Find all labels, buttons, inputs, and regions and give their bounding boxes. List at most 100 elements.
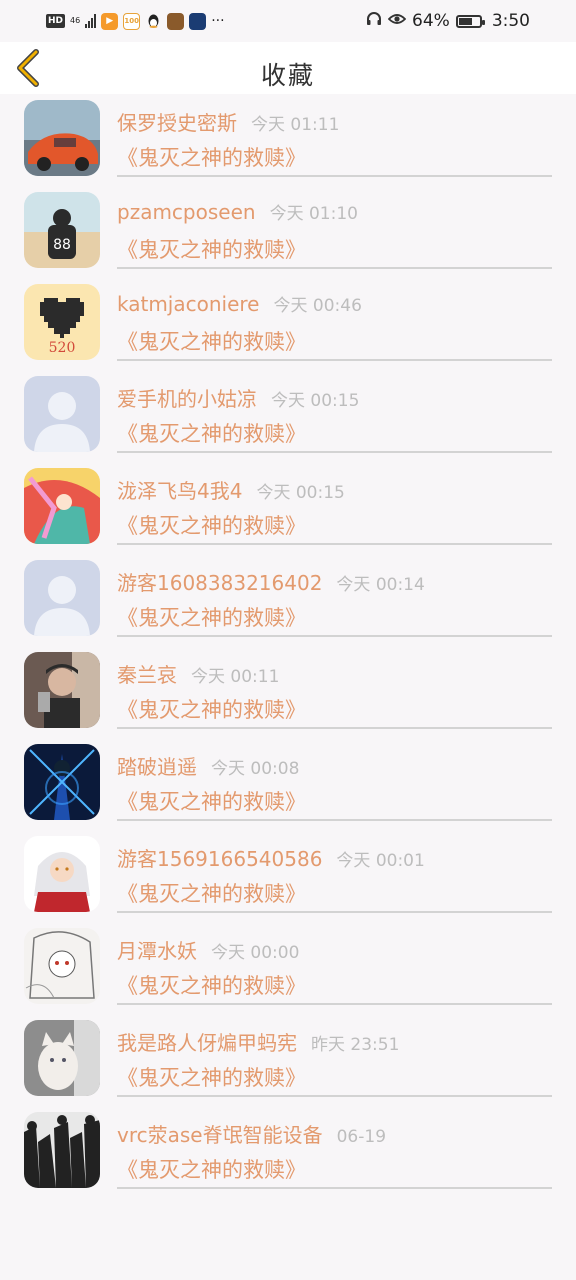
favorite-time: 今天 00:01 — [336, 851, 425, 871]
favorite-user-line: 游客1569166540586 今天 00:01 — [117, 843, 425, 872]
svg-text:520: 520 — [49, 340, 76, 356]
favorite-item[interactable]: 秦兰哀 今天 00:11 《鬼灭之神的救赎》 — [0, 646, 576, 738]
favorite-user-line: katmjaconiere 今天 00:46 — [117, 291, 362, 316]
favorite-user-line: 游客1608383216402 今天 00:14 — [117, 567, 425, 596]
user-name[interactable]: 月潭水妖 — [117, 939, 197, 963]
headset-icon — [366, 11, 382, 32]
book-title[interactable]: 《鬼灭之神的救赎》 — [117, 786, 306, 816]
hd-indicator: HD — [46, 14, 66, 28]
favorite-time: 今天 01:10 — [269, 204, 358, 224]
favorite-time: 06-19 — [336, 1127, 387, 1147]
book-title[interactable]: 《鬼灭之神的救赎》 — [117, 694, 306, 724]
favorite-time: 今天 00:14 — [336, 575, 425, 595]
favorite-user-line: 爱手机的小姑凉 今天 00:15 — [117, 383, 359, 412]
avatar[interactable] — [24, 100, 100, 176]
favorite-time: 今天 01:11 — [251, 115, 340, 135]
status-bar-right: 64% 3:50 — [366, 10, 530, 32]
title-bar: 收藏 — [0, 42, 576, 94]
book-title[interactable]: 《鬼灭之神的救赎》 — [117, 970, 306, 1000]
favorite-user-line: 月潭水妖 今天 00:00 — [117, 935, 299, 964]
signal-icon — [85, 14, 97, 28]
favorite-item[interactable]: 保罗授史密斯 今天 01:11 《鬼灭之神的救赎》 — [0, 94, 576, 186]
favorite-time: 今天 00:11 — [191, 667, 280, 687]
favorite-time: 今天 00:08 — [211, 759, 300, 779]
favorite-item[interactable]: 我是路人伢煸甲蚂宪 昨天 23:51 《鬼灭之神的救赎》 — [0, 1014, 576, 1106]
user-name[interactable]: vrc荥ase脊氓智能设备 — [117, 1123, 323, 1147]
divider — [117, 451, 552, 453]
divider — [117, 1095, 552, 1097]
user-name[interactable]: 踏破逍遥 — [117, 755, 197, 779]
favorite-time: 今天 00:15 — [271, 391, 360, 411]
status-bar: HD 46 ▶ 100 ··· 64% 3:50 — [0, 0, 576, 42]
battery-icon — [455, 14, 485, 28]
favorite-time: 今天 00:15 — [256, 483, 345, 503]
favorite-item[interactable]: 88 pzamcposeen 今天 01:10 《鬼灭之神的救赎》 — [0, 186, 576, 278]
divider — [117, 359, 552, 361]
favorite-time: 昨天 23:51 — [311, 1035, 400, 1055]
book-title[interactable]: 《鬼灭之神的救赎》 — [117, 602, 306, 632]
favorite-item[interactable]: 爱手机的小姑凉 今天 00:15 《鬼灭之神的救赎》 — [0, 370, 576, 462]
game-app-icon — [167, 12, 185, 30]
book-title[interactable]: 《鬼灭之神的救赎》 — [117, 418, 306, 448]
favorite-item[interactable]: 游客1608383216402 今天 00:14 《鬼灭之神的救赎》 — [0, 554, 576, 646]
avatar[interactable] — [24, 468, 100, 544]
user-name[interactable]: 保罗授史密斯 — [117, 111, 237, 135]
favorite-user-line: 保罗授史密斯 今天 01:11 — [117, 107, 339, 136]
avatar[interactable] — [24, 376, 100, 452]
svg-text:88: 88 — [53, 237, 71, 253]
favorite-user-line: 秦兰哀 今天 00:11 — [117, 659, 279, 688]
favorite-user-line: pzamcposeen 今天 01:10 — [117, 199, 358, 224]
favorite-item[interactable]: 月潭水妖 今天 00:00 《鬼灭之神的救赎》 — [0, 922, 576, 1014]
avatar[interactable]: 88 — [24, 192, 100, 268]
book-title[interactable]: 《鬼灭之神的救赎》 — [117, 142, 306, 172]
avatar[interactable] — [24, 744, 100, 820]
favorite-item[interactable]: 泷泽飞鸟4我4 今天 00:15 《鬼灭之神的救赎》 — [0, 462, 576, 554]
book-title[interactable]: 《鬼灭之神的救赎》 — [117, 878, 306, 908]
favorite-time: 今天 00:00 — [211, 943, 300, 963]
clock: 3:50 — [491, 11, 530, 31]
favorite-time: 今天 00:46 — [273, 296, 362, 316]
favorite-item[interactable]: vrc荥ase脊氓智能设备 06-19 《鬼灭之神的救赎》 — [0, 1106, 576, 1198]
user-name[interactable]: 泷泽飞鸟4我4 — [117, 479, 242, 503]
user-name[interactable]: 秦兰哀 — [117, 663, 177, 687]
user-name[interactable]: 我是路人伢煸甲蚂宪 — [117, 1031, 297, 1055]
book-title[interactable]: 《鬼灭之神的救赎》 — [117, 510, 306, 540]
divider — [117, 175, 552, 177]
user-name[interactable]: 游客1608383216402 — [117, 571, 322, 595]
status-bar-left: HD 46 ▶ 100 ··· — [46, 10, 225, 32]
divider — [117, 727, 552, 729]
avatar[interactable] — [24, 836, 100, 912]
favorite-user-line: 踏破逍遥 今天 00:08 — [117, 751, 299, 780]
avatar[interactable] — [24, 560, 100, 636]
avatar[interactable] — [24, 1020, 100, 1096]
favorite-item[interactable]: 踏破逍遥 今天 00:08 《鬼灭之神的救赎》 — [0, 738, 576, 830]
favorite-user-line: 泷泽飞鸟4我4 今天 00:15 — [117, 475, 345, 504]
book-title[interactable]: 《鬼灭之神的救赎》 — [117, 1154, 306, 1184]
user-name[interactable]: 爱手机的小姑凉 — [117, 387, 257, 411]
book-title[interactable]: 《鬼灭之神的救赎》 — [117, 1062, 306, 1092]
book-title[interactable]: 《鬼灭之神的救赎》 — [117, 234, 306, 264]
qq-icon — [145, 13, 162, 30]
battery-percent: 64% — [412, 11, 450, 31]
network-type: 46 — [70, 16, 81, 25]
avatar[interactable] — [24, 1112, 100, 1188]
100-app-icon: 100 — [123, 12, 141, 30]
eye-icon — [387, 11, 407, 31]
divider — [117, 1187, 552, 1189]
user-name[interactable]: 游客1569166540586 — [117, 847, 322, 871]
user-name[interactable]: katmjaconiere — [117, 292, 259, 316]
divider — [117, 819, 552, 821]
avatar[interactable]: 520 — [24, 284, 100, 360]
favorite-item[interactable]: 520 katmjaconiere 今天 00:46 《鬼灭之神的救赎》 — [0, 278, 576, 370]
divider — [117, 543, 552, 545]
page-title: 收藏 — [260, 61, 315, 90]
user-name[interactable]: pzamcposeen — [117, 200, 256, 224]
browser-app-icon — [189, 12, 207, 30]
avatar[interactable] — [24, 652, 100, 728]
favorite-item[interactable]: 游客1569166540586 今天 00:01 《鬼灭之神的救赎》 — [0, 830, 576, 922]
video-app-icon: ▶ — [101, 12, 119, 30]
avatar[interactable] — [24, 928, 100, 1004]
book-title[interactable]: 《鬼灭之神的救赎》 — [117, 326, 306, 356]
favorite-user-line: vrc荥ase脊氓智能设备 06-19 — [117, 1119, 386, 1148]
divider — [117, 635, 552, 637]
